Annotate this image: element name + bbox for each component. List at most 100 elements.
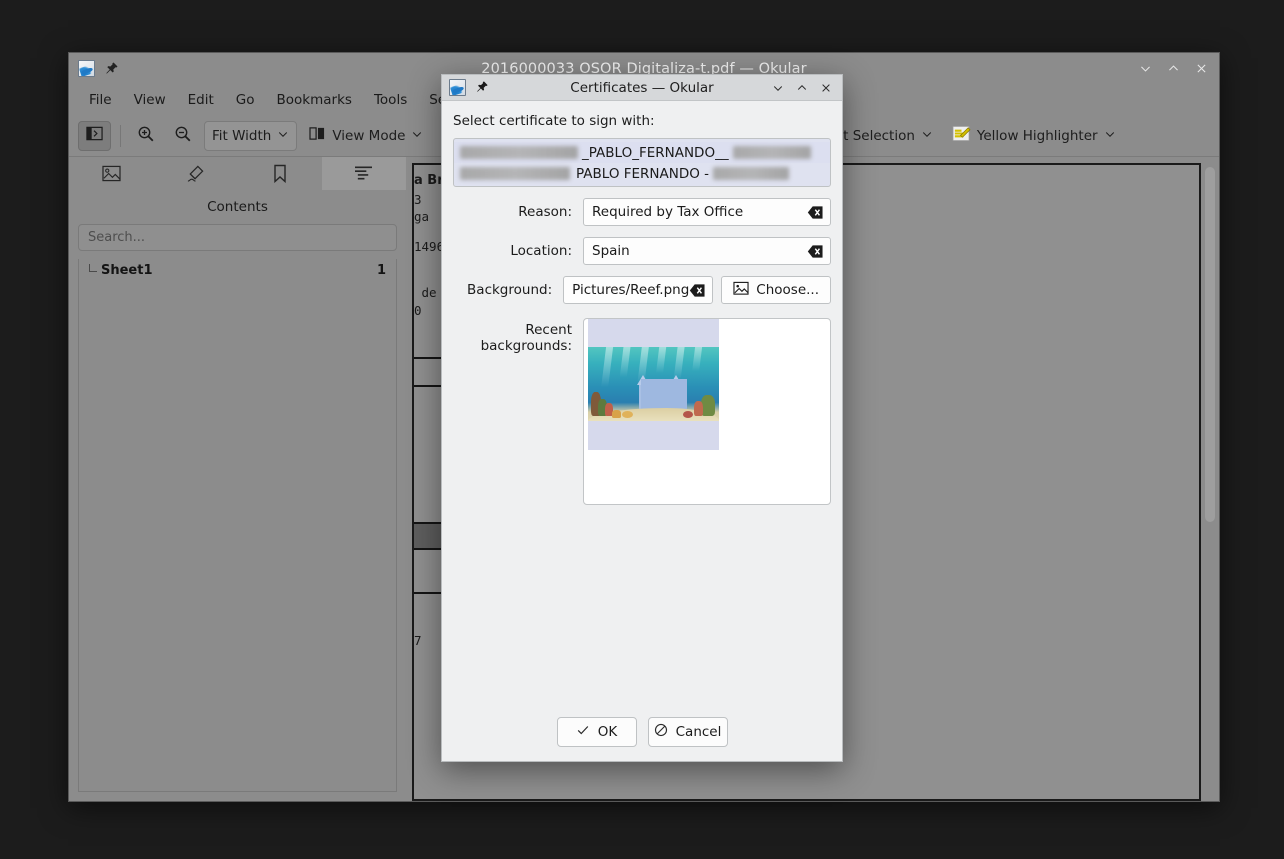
ok-label: OK	[598, 724, 617, 740]
background-label: Background:	[453, 282, 563, 298]
minimize-button[interactable]	[1133, 57, 1157, 81]
ok-button[interactable]: OK	[557, 717, 637, 747]
recent-backgrounds-list[interactable]	[583, 318, 831, 505]
reason-value: Required by Tax Office	[592, 204, 807, 220]
chevron-down-icon	[411, 128, 423, 144]
cancel-icon	[654, 723, 668, 741]
doc-line-6: 0	[414, 303, 422, 318]
reason-row: Reason: Required by Tax Office	[453, 198, 831, 226]
highlighter-icon	[952, 125, 971, 146]
select-certificate-label: Select certificate to sign with:	[453, 113, 831, 129]
highlighter-label: Yellow Highlighter	[977, 128, 1098, 144]
menu-file[interactable]: File	[78, 88, 123, 112]
zoom-level-label: Fit Width	[212, 128, 271, 144]
dialog-body: Select certificate to sign with: _PABLO_…	[442, 101, 842, 717]
toc-item-label: Sheet1	[101, 263, 153, 278]
clear-text-icon[interactable]	[689, 283, 706, 298]
minimize-button[interactable]	[767, 77, 789, 99]
search-placeholder: Search...	[88, 230, 145, 245]
certificate-label: PABLO FERNANDO -	[576, 166, 709, 182]
toc-item-page: 1	[377, 263, 386, 278]
zoom-in-button[interactable]	[130, 121, 162, 151]
chevron-down-icon	[277, 128, 289, 144]
tree-branch-icon	[83, 264, 99, 277]
pin-icon[interactable]	[475, 80, 490, 95]
zoom-level-combobox[interactable]: Fit Width	[204, 121, 297, 151]
okular-icon	[449, 79, 466, 96]
redacted-name-suffix	[733, 146, 811, 159]
sidebar: Contents Search... Sheet1 1	[69, 157, 406, 801]
page-title: Contents	[78, 196, 397, 224]
reason-label: Reason:	[453, 204, 583, 220]
zoom-in-icon	[137, 125, 155, 147]
sidebar-body: Contents Search... Sheet1 1	[69, 190, 406, 801]
menu-go[interactable]: Go	[225, 88, 266, 112]
doc-line-2: 3	[414, 192, 422, 207]
list-item[interactable]: _PABLO_FERNANDO__	[454, 142, 830, 163]
menu-view[interactable]: View	[123, 88, 177, 112]
redacted-name-suffix	[713, 167, 789, 180]
sidebar-item-bookmarks[interactable]	[238, 157, 322, 190]
highlighter-icon	[185, 165, 206, 183]
sidebar-item-annotations[interactable]	[153, 157, 237, 190]
zoom-out-icon	[174, 125, 192, 147]
toggle-sidebar-button[interactable]	[78, 121, 111, 151]
location-field[interactable]: Spain	[583, 237, 831, 265]
location-row: Location: Spain	[453, 237, 831, 265]
reef-thumbnail[interactable]	[588, 319, 719, 450]
reef-artwork	[588, 347, 719, 421]
close-button[interactable]	[815, 77, 837, 99]
clear-text-icon[interactable]	[807, 244, 824, 259]
redacted-name-prefix	[460, 146, 578, 159]
sidebar-item-contents[interactable]	[322, 157, 406, 190]
clear-text-icon[interactable]	[807, 205, 824, 220]
doc-line-8: 7	[414, 633, 422, 648]
dialog-titlebar[interactable]: Certificates — Okular	[442, 75, 842, 101]
dialog-button-box: OK Cancel	[442, 717, 842, 761]
image-icon	[733, 281, 749, 300]
list-item[interactable]: Sheet1 1	[79, 259, 396, 282]
scrollbar-thumb[interactable]	[1205, 167, 1215, 522]
location-label: Location:	[453, 243, 583, 259]
bookmark-icon	[273, 164, 287, 183]
recent-backgrounds-label: Recent backgrounds:	[453, 318, 583, 505]
background-field[interactable]: Pictures/Reef.png	[563, 276, 713, 304]
background-value: Pictures/Reef.png	[572, 282, 689, 298]
view-mode-button[interactable]: View Mode	[302, 121, 430, 151]
choose-label: Choose...	[756, 282, 819, 298]
doc-line-3: ga	[414, 209, 429, 224]
view-mode-icon	[309, 126, 326, 145]
menu-bookmarks[interactable]: Bookmarks	[266, 88, 363, 112]
okular-icon	[78, 60, 95, 77]
menu-edit[interactable]: Edit	[177, 88, 225, 112]
sidebar-item-thumbnails[interactable]	[69, 157, 153, 190]
background-row: Background: Pictures/Reef.png	[453, 276, 831, 304]
chevron-down-icon	[1104, 128, 1116, 144]
certificate-label: _PABLO_FERNANDO__	[582, 145, 729, 161]
search-input[interactable]: Search...	[78, 224, 397, 251]
zoom-out-button[interactable]	[167, 121, 199, 151]
show-sidebar-icon	[86, 125, 103, 146]
certificate-list[interactable]: _PABLO_FERNANDO__ PABLO FERNANDO -	[453, 138, 831, 187]
toolbar-separator	[120, 125, 121, 147]
pin-icon[interactable]	[104, 61, 119, 76]
highlighter-button[interactable]: Yellow Highlighter	[945, 121, 1123, 151]
cancel-button[interactable]: Cancel	[648, 717, 728, 747]
menu-tools[interactable]: Tools	[363, 88, 418, 112]
thumbnails-icon	[102, 165, 121, 182]
toc-list[interactable]: Sheet1 1	[78, 259, 397, 792]
maximize-button[interactable]	[791, 77, 813, 99]
check-icon	[576, 723, 590, 741]
cancel-label: Cancel	[676, 724, 722, 740]
certificates-dialog: Certificates — Okular Select certificate…	[441, 74, 843, 762]
redacted-name-prefix	[460, 167, 570, 180]
vertical-scrollbar[interactable]	[1203, 163, 1217, 799]
maximize-button[interactable]	[1161, 57, 1185, 81]
list-item[interactable]: PABLO FERNANDO -	[454, 163, 830, 184]
choose-button[interactable]: Choose...	[721, 276, 831, 304]
sidebar-tabs	[69, 157, 406, 190]
close-button[interactable]	[1189, 57, 1213, 81]
reason-field[interactable]: Required by Tax Office	[583, 198, 831, 226]
location-value: Spain	[592, 243, 807, 259]
view-mode-label: View Mode	[332, 128, 405, 144]
